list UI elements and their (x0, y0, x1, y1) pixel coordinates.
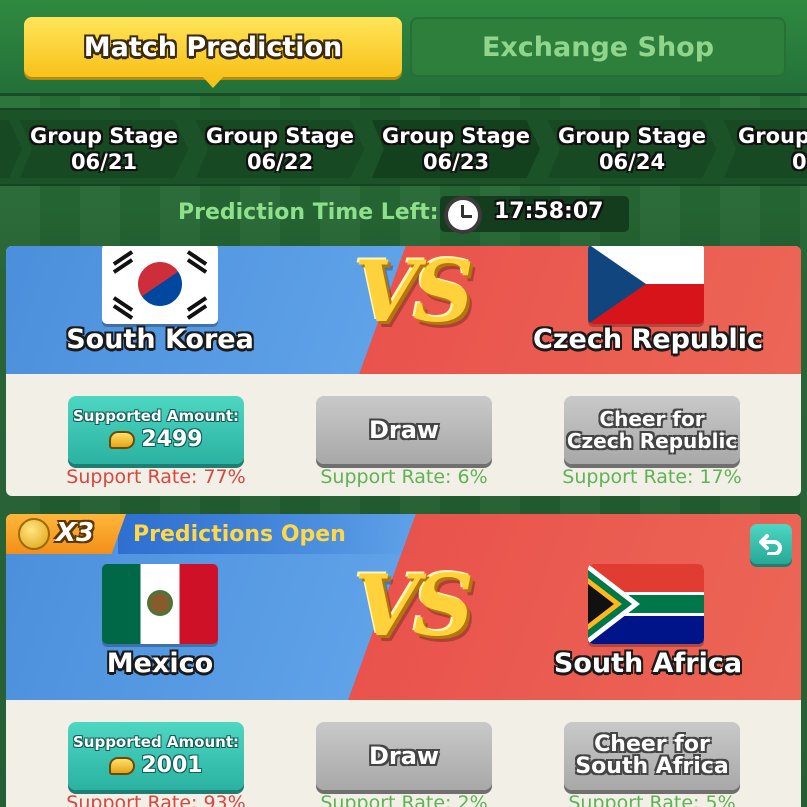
date-stage-label: Group Stage (30, 124, 178, 148)
date-day-label: 06/23 (422, 150, 490, 174)
date-stage-label: Group Stage (382, 124, 530, 148)
whistle-icon (109, 431, 136, 449)
match-card: VS South Korea Czech Republic Supported … (6, 246, 801, 496)
timer-label: Prediction Time Left: (178, 200, 439, 225)
draw-button[interactable]: Draw (316, 722, 492, 790)
tab-match-prediction[interactable]: Match Prediction (24, 17, 402, 88)
draw-support-rate: Support Rate: 2% (320, 792, 488, 807)
south-korea-flag-icon (102, 246, 218, 324)
away-support-rate: Support Rate: 5% (568, 792, 736, 807)
supported-amount-label: Supported Amount: (72, 407, 240, 425)
vs-emblem: VS (354, 246, 474, 341)
away-team-name: South Africa (553, 648, 743, 679)
mexico-flag-icon (102, 564, 218, 644)
match-card: X3 Predictions Open VS Mexico South Afri… (6, 514, 801, 807)
multiplier-badge: X3 (6, 514, 126, 554)
home-team-name: South Korea (66, 324, 254, 355)
timer-value: 17:58:07 (494, 199, 604, 224)
home-team-name: Mexico (106, 648, 214, 679)
supported-amount-value: 2001 (141, 753, 203, 778)
date-day-label: 06 (792, 150, 807, 174)
cheer-label-line1: Cheer for (599, 407, 705, 431)
supported-amount-value-row: 2499 (109, 426, 203, 454)
prediction-timer: Prediction Time Left: (0, 193, 807, 237)
match-prediction-screen: Match Prediction Exchange Shop Group Sta… (0, 0, 807, 807)
date-stage-label: Group (738, 124, 807, 148)
vs-emblem: VS (354, 556, 474, 655)
away-support-rate: Support Rate: 17% (562, 466, 742, 488)
cheer-label-line2: South Africa (575, 754, 729, 779)
home-support-rate: Support Rate: 77% (66, 466, 246, 488)
return-button[interactable] (750, 524, 792, 564)
cheer-label-line2: Czech Republic (566, 429, 738, 453)
supported-amount-value-row: 2001 (109, 752, 203, 780)
date-day-label: 06/24 (598, 150, 666, 174)
coin-icon (18, 518, 50, 550)
date-stage-label: Group Stage (558, 124, 706, 148)
supported-amount-button[interactable]: Supported Amount: 2001 (68, 722, 244, 790)
date-stage-label: Group Stage (206, 124, 354, 148)
date-selector: Group Stage 06/21 Group Stage 06/22 Grou… (0, 108, 807, 186)
czech-flag-icon (588, 246, 704, 324)
clock-icon (444, 196, 482, 234)
whistle-icon (109, 757, 136, 775)
south-africa-flag-icon (588, 564, 704, 644)
cheer-away-button[interactable]: Cheer for Czech Republic (564, 396, 740, 464)
tab-exchange-shop[interactable]: Exchange Shop (410, 17, 786, 77)
multiplier-text: X3 (56, 518, 95, 548)
cheer-away-button[interactable]: Cheer for South Africa (564, 722, 740, 790)
scroll-left-arrow-icon[interactable] (0, 120, 22, 178)
date-tab-next[interactable]: Group 06 (724, 120, 807, 178)
date-day-label: 06/22 (246, 150, 314, 174)
home-support-rate: Support Rate: 93% (66, 792, 246, 807)
draw-support-rate: Support Rate: 6% (320, 466, 488, 488)
return-arrow-icon (759, 534, 782, 555)
draw-button[interactable]: Draw (316, 396, 492, 464)
date-tab-0622[interactable]: Group Stage 06/22 (196, 120, 364, 178)
date-tab-0621[interactable]: Group Stage 06/21 (20, 120, 188, 178)
date-tab-0623[interactable]: Group Stage 06/23 (372, 120, 540, 178)
supported-amount-label: Supported Amount: (72, 733, 240, 751)
predictions-open-label: Predictions Open (133, 522, 346, 547)
away-team-name: Czech Republic (533, 324, 763, 355)
date-day-label: 06/21 (70, 150, 138, 174)
supported-amount-value: 2499 (141, 427, 203, 452)
top-tab-bar: Match Prediction Exchange Shop (0, 0, 807, 96)
supported-amount-button[interactable]: Supported Amount: 2499 (68, 396, 244, 464)
date-tab-0624[interactable]: Group Stage 06/24 (548, 120, 716, 178)
cheer-label-line1: Cheer for (594, 732, 710, 757)
